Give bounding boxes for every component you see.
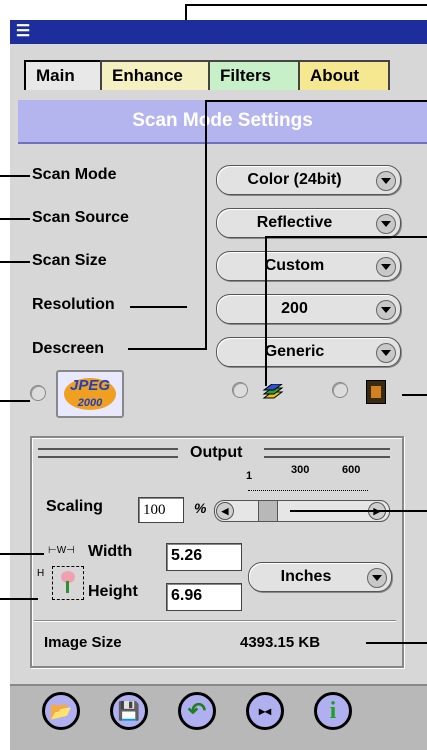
width-scale-icon: ⊢W⊣ [48,545,75,556]
height-label: Height [88,583,138,600]
slider-left-arrow-icon[interactable]: ◀ [216,502,234,520]
width-field[interactable]: 5.26 [166,543,242,571]
resolution-label: Resolution [32,296,115,313]
callout-line [185,4,427,6]
film-icon[interactable] [366,380,386,404]
percent-sign: % [194,500,207,516]
callout-line [205,100,207,348]
tab-about[interactable]: About [298,60,390,90]
info-button[interactable]: i [314,692,352,730]
scan-source-value: Reflective [256,214,333,231]
callout-line [0,261,30,263]
flower-icon [52,566,84,600]
scan-source-label: Scan Source [32,209,129,226]
output-title: Output [190,444,243,461]
callout-line [366,642,427,644]
layers-icon[interactable] [262,383,284,402]
chevron-down-icon[interactable] [367,568,387,588]
callout-line [128,348,207,350]
output-divider [264,448,390,458]
descreen-value: Generic [264,343,325,360]
save-button[interactable]: 💾 [110,692,148,730]
scan-source-select[interactable]: Reflective [216,208,401,238]
callout-line [265,236,267,386]
chevron-down-icon[interactable] [376,257,396,277]
callout-line [205,100,427,102]
scale-tick-label: 300 [291,464,310,476]
resolution-value: 200 [281,300,308,317]
scan-mode-select[interactable]: Color (24bit) [216,165,401,195]
image-size-separator [34,620,396,622]
output-divider [38,448,178,458]
callout-line [0,553,44,555]
chevron-down-icon[interactable] [376,214,396,234]
info-icon: i [329,697,337,724]
callout-line [130,306,187,308]
callout-line [290,510,427,512]
window-menu-icon[interactable]: ☰ [12,22,34,42]
scan-size-select[interactable]: Custom [216,251,401,281]
preview-button[interactable]: ▸◂ [246,692,284,730]
callout-line [265,236,427,238]
title-bar[interactable] [10,20,427,44]
scaling-label: Scaling [46,498,103,515]
descreen-select[interactable]: Generic [216,337,401,367]
height-scale-icon: H [37,568,45,579]
preview-icon: ▸◂ [258,704,272,718]
slider-thumb[interactable] [258,500,278,522]
callout-line [0,400,30,402]
scale-tick-label: 600 [342,464,361,476]
unit-value: Inches [280,568,332,585]
save-disk-icon: 💾 [117,700,141,721]
chevron-down-icon[interactable] [376,343,396,363]
callout-line [0,598,38,600]
scale-tick-label: 1 [246,470,253,482]
jpeg2000-icon[interactable]: JPEG 2000 [56,370,124,418]
callout-line [0,175,30,177]
callout-line [402,394,427,396]
scaling-field[interactable]: 100 [138,497,184,523]
callout-line [0,218,30,220]
scale-ticks [248,482,368,491]
chevron-down-icon[interactable] [376,171,396,191]
height-field[interactable]: 6.96 [166,583,242,611]
unit-select[interactable]: Inches [248,562,392,592]
scan-mode-value: Color (24bit) [247,171,342,188]
layers-radio[interactable] [232,382,248,398]
chevron-down-icon[interactable] [376,300,396,320]
descreen-label: Descreen [32,340,105,357]
image-size-value: 4393.15 KB [240,634,321,651]
tab-filters[interactable]: Filters [208,60,304,90]
undo-arrow-icon: ↶ [187,698,207,723]
open-folder-icon: 📂 [49,700,73,721]
scan-size-value: Custom [264,257,325,274]
scan-size-label: Scan Size [32,252,107,269]
image-size-label: Image Size [44,634,122,651]
width-label: Width [88,543,133,560]
tab-enhance[interactable]: Enhance [100,60,212,90]
scan-mode-label: Scan Mode [32,166,117,183]
film-radio[interactable] [332,382,348,398]
section-title: Scan Mode Settings [132,110,313,131]
open-button[interactable]: 📂 [42,692,80,730]
resolution-select[interactable]: 200 [216,294,401,324]
undo-button[interactable]: ↶ [178,692,216,730]
tab-main[interactable]: Main [24,60,108,90]
jpeg2000-radio[interactable] [30,385,46,401]
